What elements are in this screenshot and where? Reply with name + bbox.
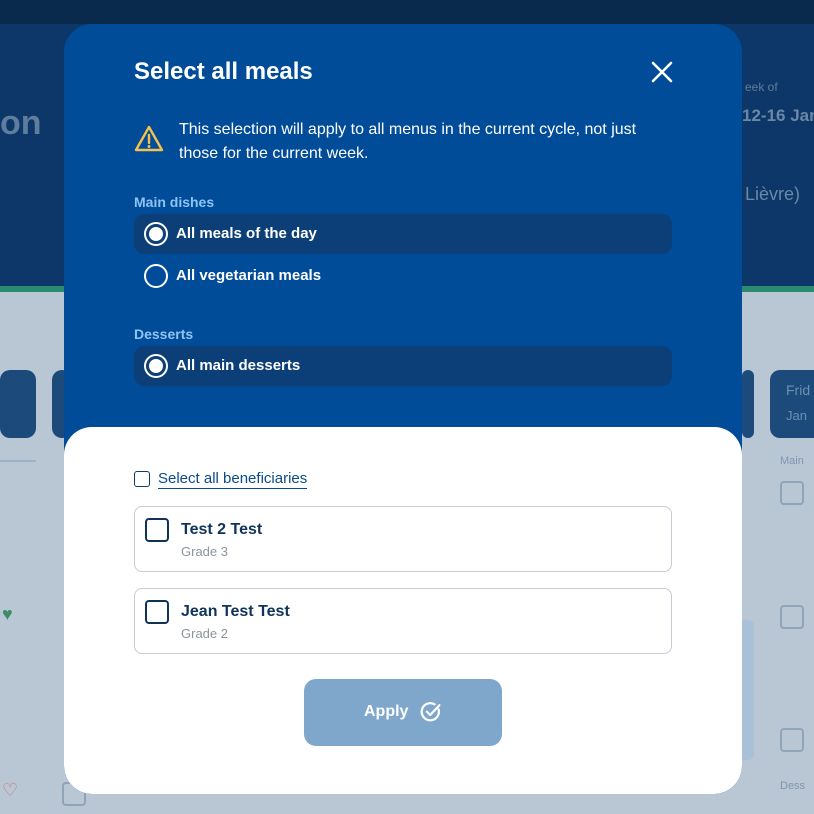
- beneficiary-checkbox[interactable]: [145, 600, 169, 624]
- background-day-card-friday: [770, 370, 814, 438]
- radio-all-meals-of-the-day[interactable]: All meals of the day: [134, 214, 672, 254]
- beneficiary-name: Jean Test Test: [181, 603, 290, 620]
- radio-button: [144, 264, 168, 288]
- desserts-label: Desserts: [134, 326, 194, 342]
- radio-button-selected: [144, 222, 168, 246]
- radio-label: All meals of the day: [176, 225, 317, 242]
- beneficiaries-panel: Select all beneficiaries Test 2 Test Gra…: [64, 427, 742, 794]
- warning-triangle-icon: [134, 125, 164, 152]
- heart-outline-icon: ♡: [2, 780, 19, 800]
- warning-text: This selection will apply to all menus i…: [179, 121, 637, 162]
- beneficiary-card[interactable]: Test 2 Test Grade 3: [134, 506, 672, 572]
- background-week-value: 12-16 Jan: [742, 106, 814, 125]
- radio-all-main-desserts[interactable]: All main desserts: [134, 346, 672, 386]
- background-divider: [0, 460, 36, 462]
- background-school-name: Lièvre): [745, 184, 801, 204]
- radio-button-selected: [144, 354, 168, 378]
- beneficiary-card[interactable]: Jean Test Test Grade 2: [134, 588, 672, 654]
- radio-all-vegetarian-meals[interactable]: All vegetarian meals: [134, 256, 672, 296]
- heart-icon: ♥: [2, 604, 13, 624]
- beneficiary-checkbox[interactable]: [145, 518, 169, 542]
- beneficiary-grade: Grade 3: [181, 544, 228, 559]
- background-top-bar: [0, 0, 814, 24]
- background-day-card: [742, 370, 754, 438]
- modal-title: Select all meals: [134, 58, 313, 85]
- check-circle-icon: [420, 702, 441, 722]
- close-button[interactable]: [646, 56, 678, 88]
- background-checkbox: [780, 481, 804, 505]
- beneficiary-name: Test 2 Test: [181, 521, 263, 538]
- radio-label: All main desserts: [176, 357, 301, 374]
- background-page-title: on: [0, 104, 42, 142]
- apply-label: Apply: [364, 703, 409, 720]
- background-day-card: [0, 370, 36, 438]
- checkbox[interactable]: [134, 471, 150, 487]
- background-checkbox: [780, 605, 804, 629]
- radio-label: All vegetarian meals: [176, 267, 322, 284]
- beneficiary-grade: Grade 2: [181, 626, 228, 641]
- background-checkbox: [780, 728, 804, 752]
- apply-button[interactable]: Apply: [304, 679, 502, 746]
- background-week-label: eek of: [745, 80, 778, 94]
- background-day-label: Frid: [786, 382, 811, 398]
- background-day-date: Jan: [786, 408, 807, 423]
- select-all-beneficiaries-label[interactable]: Select all beneficiaries: [158, 470, 308, 489]
- background-panel: [742, 620, 754, 760]
- background-dessert-label: Dess: [780, 780, 806, 792]
- background-main-label: Main: [780, 455, 804, 467]
- select-all-meals-modal: Select all meals This selection will app…: [64, 24, 742, 794]
- close-icon: [651, 61, 673, 83]
- main-dishes-label: Main dishes: [134, 194, 215, 210]
